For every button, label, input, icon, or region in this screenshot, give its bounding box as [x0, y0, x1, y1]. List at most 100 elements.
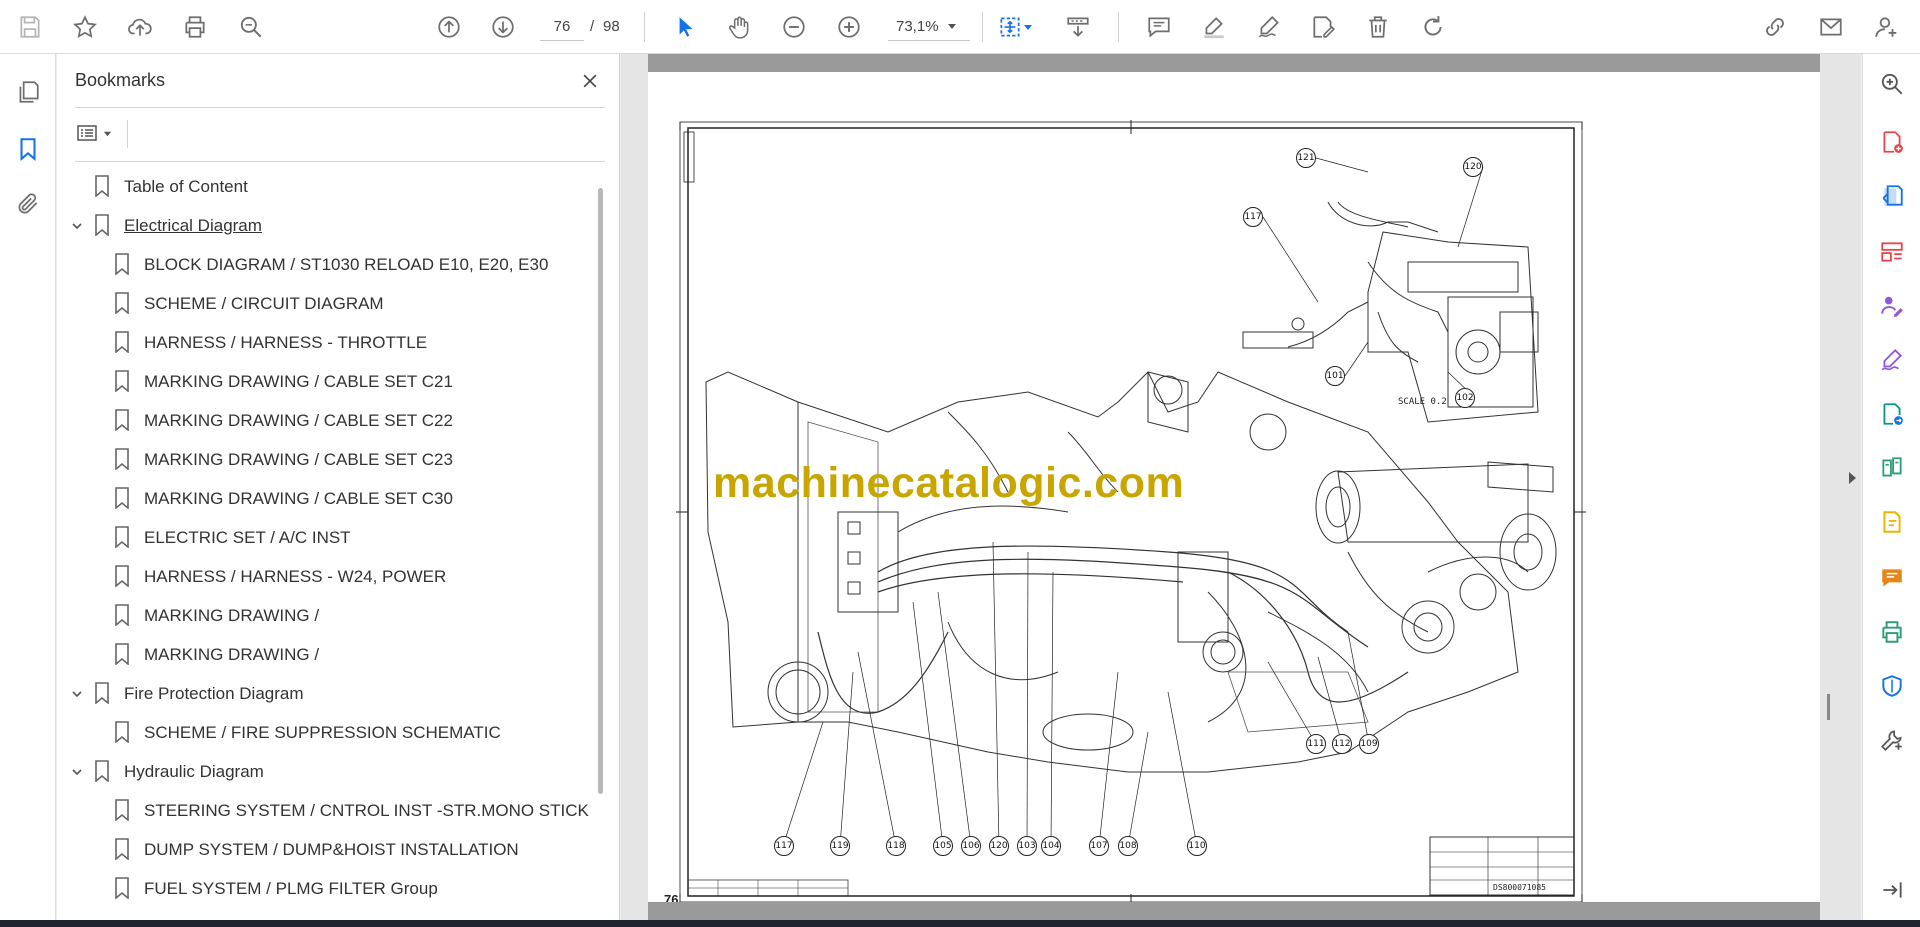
bookmark-icon: [94, 682, 110, 705]
save-icon[interactable]: [12, 9, 48, 45]
print-production-icon[interactable]: [1876, 616, 1908, 648]
toolbar-divider: [1118, 12, 1119, 42]
bookmark-icon: [94, 760, 110, 783]
chevron-down-icon[interactable]: [69, 686, 85, 702]
redo-icon[interactable]: [1415, 9, 1451, 45]
bookmark-label: DUMP SYSTEM / DUMP&HOIST INSTALLATION: [144, 839, 519, 859]
zoom-level-select[interactable]: 73,1%: [888, 13, 970, 41]
attachments-icon[interactable]: [10, 186, 46, 222]
bookmark-icon: [114, 448, 130, 471]
scroll-mode-icon[interactable]: [1060, 9, 1096, 45]
document-viewport[interactable]: 76 machinecatalogic.com 117 119 118 105 …: [621, 54, 1861, 920]
bookmark-item[interactable]: MARKING DRAWING / CABLE SET C21: [57, 362, 597, 401]
share-link-icon[interactable]: [1757, 9, 1793, 45]
bookmark-item[interactable]: FUEL SYSTEM / PLMG FILTER Group: [57, 869, 597, 908]
pdf-page[interactable]: 76 machinecatalogic.com 117 119 118 105 …: [648, 72, 1820, 907]
protect-icon[interactable]: [1876, 670, 1908, 702]
bookmark-label: SCHEME / CIRCUIT DIAGRAM: [144, 293, 384, 313]
bookmark-item[interactable]: MARKING DRAWING /: [57, 635, 597, 674]
expand-right-panel-icon[interactable]: [1849, 472, 1856, 484]
edit-text-icon[interactable]: [1305, 9, 1341, 45]
toolbar-divider: [982, 12, 983, 42]
bookmarks-icon[interactable]: [10, 131, 46, 167]
bookmark-item[interactable]: BLOCK DIAGRAM / ST1030 RELOAD E10, E20, …: [57, 245, 597, 284]
chevron-down-icon[interactable]: [69, 218, 85, 234]
star-icon[interactable]: [67, 9, 103, 45]
bookmark-group[interactable]: Electrical Diagram: [57, 206, 597, 245]
panel-divider: [127, 120, 128, 148]
bookmark-item[interactable]: ELECTRIC SET / A/C INST: [57, 518, 597, 557]
zoom-out-icon[interactable]: [776, 9, 812, 45]
bookmark-icon: [114, 877, 130, 900]
bookmark-icon: [114, 331, 130, 354]
user-account-icon[interactable]: [1868, 9, 1904, 45]
select-tool-icon[interactable]: [667, 9, 703, 45]
fit-dropdown-chevron-icon[interactable]: [1020, 9, 1036, 45]
comment-tool-icon[interactable]: [1876, 562, 1908, 594]
bookmark-item[interactable]: MARKING DRAWING /: [57, 596, 597, 635]
edit-pdf-icon[interactable]: [1876, 506, 1908, 538]
top-toolbar: 76 / 98 73,1%: [0, 0, 1920, 54]
callout-balloon: 120: [1463, 157, 1483, 177]
page-thumbnails-icon[interactable]: [10, 74, 46, 110]
left-navigation-rail: [0, 54, 56, 920]
previous-page-edge: [648, 54, 1820, 72]
organize-pages-icon[interactable]: [1876, 236, 1908, 268]
previous-page-icon[interactable]: [431, 9, 467, 45]
cloud-upload-icon[interactable]: [122, 9, 158, 45]
bookmark-item[interactable]: SCHEME / FIRE SUPPRESSION SCHEMATIC: [57, 713, 597, 752]
bookmark-item[interactable]: MARKING DRAWING / CABLE SET C22: [57, 401, 597, 440]
create-pdf-icon[interactable]: [1876, 126, 1908, 158]
bookmark-group[interactable]: Fire Protection Diagram: [57, 674, 597, 713]
hand-tool-icon[interactable]: [721, 9, 757, 45]
highlight-icon[interactable]: [1196, 9, 1232, 45]
bookmark-item[interactable]: HARNESS / HARNESS - THROTTLE: [57, 323, 597, 362]
bookmark-icon: [114, 565, 130, 588]
fill-sign-icon[interactable]: [1876, 344, 1908, 376]
comment-icon[interactable]: [1141, 9, 1177, 45]
callout-balloon: 109: [1359, 734, 1379, 754]
request-signatures-icon[interactable]: [1876, 290, 1908, 322]
compare-files-icon[interactable]: [1876, 452, 1908, 484]
bookmark-group[interactable]: Table of Content: [57, 167, 597, 206]
callout-balloon: 103: [1017, 836, 1037, 856]
bookmark-label: BLOCK DIAGRAM / ST1030 RELOAD E10, E20, …: [144, 254, 549, 274]
export-pdf-icon[interactable]: [1876, 180, 1908, 212]
next-page-edge: [648, 902, 1820, 920]
callout-balloon: 118: [886, 836, 906, 856]
bookmark-label: Table of Content: [124, 176, 248, 196]
zoom-dropdown-chevron-icon[interactable]: [948, 24, 956, 29]
more-tools-icon[interactable]: [1876, 724, 1908, 756]
email-icon[interactable]: [1813, 9, 1849, 45]
bookmark-item[interactable]: MARKING DRAWING / CABLE SET C30: [57, 479, 597, 518]
bookmark-item[interactable]: MARKING DRAWING / CABLE SET C23: [57, 440, 597, 479]
bookmark-icon: [94, 214, 110, 237]
document-scrollbar[interactable]: [1827, 694, 1830, 720]
bookmarks-scrollbar[interactable]: [598, 188, 603, 794]
print-icon[interactable]: [177, 9, 213, 45]
collapse-tools-icon[interactable]: [1876, 874, 1908, 906]
bookmark-item[interactable]: SCHEME / CIRCUIT DIAGRAM: [57, 284, 597, 323]
bookmark-icon: [114, 799, 130, 822]
bookmarks-panel-title: Bookmarks: [75, 70, 166, 90]
bookmark-label: MARKING DRAWING / CABLE SET C23: [144, 449, 453, 469]
bookmark-icon: [114, 253, 130, 276]
bookmark-item[interactable]: STEERING SYSTEM / CNTROL INST -STR.MONO …: [57, 791, 597, 830]
bookmark-item[interactable]: HARNESS / HARNESS - W24, POWER: [57, 557, 597, 596]
zoom-search-icon[interactable]: [1876, 68, 1908, 100]
page-number-input[interactable]: 76: [540, 13, 584, 41]
search-icon[interactable]: [233, 9, 269, 45]
close-icon[interactable]: [577, 68, 603, 94]
bookmark-icon: [114, 526, 130, 549]
delete-icon[interactable]: [1360, 9, 1396, 45]
bookmark-options-button[interactable]: [75, 118, 123, 148]
zoom-in-icon[interactable]: [831, 9, 867, 45]
callout-balloon: 117: [1243, 207, 1263, 227]
bookmark-item[interactable]: DUMP SYSTEM / DUMP&HOIST INSTALLATION: [57, 830, 597, 869]
next-page-icon[interactable]: [485, 9, 521, 45]
chevron-down-icon[interactable]: [69, 764, 85, 780]
send-for-review-icon[interactable]: [1876, 398, 1908, 430]
draw-icon[interactable]: [1251, 9, 1287, 45]
bookmark-icon: [94, 175, 110, 198]
bookmark-group[interactable]: Hydraulic Diagram: [57, 752, 597, 791]
